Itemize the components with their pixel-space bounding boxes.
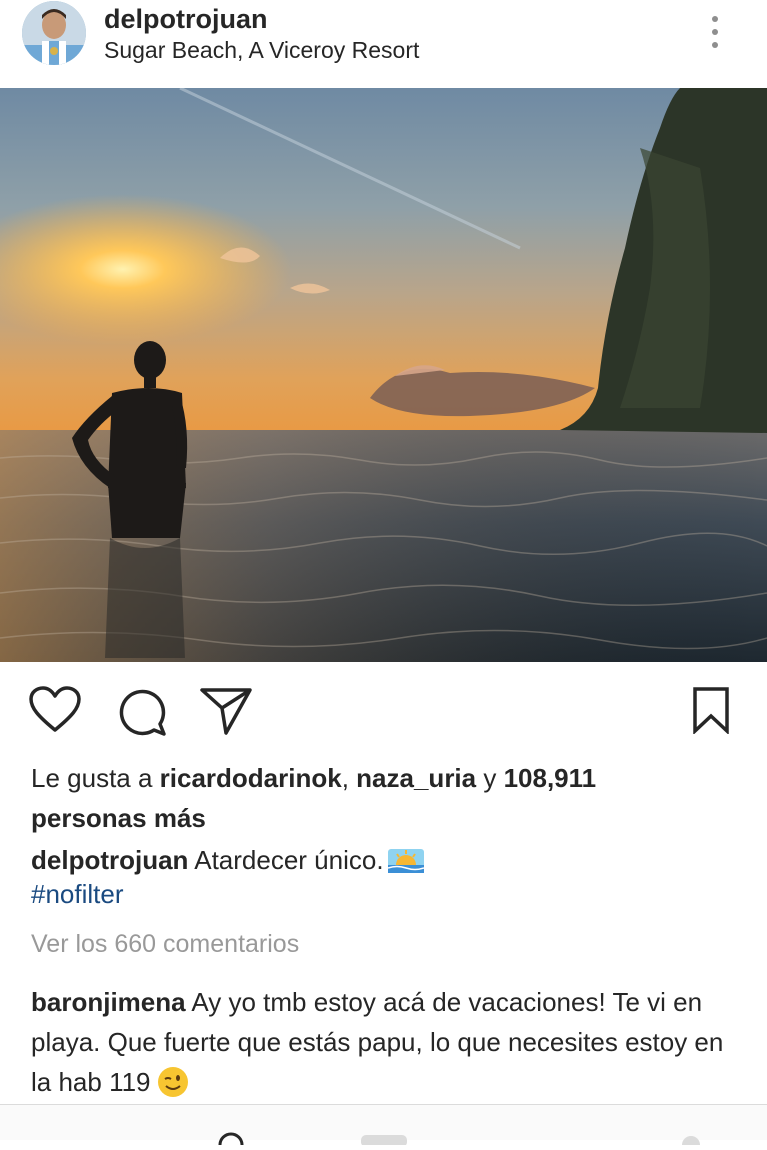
liker-username[interactable]: ricardodarinok <box>160 763 342 793</box>
nav-add-icon[interactable] <box>360 1131 408 1147</box>
post-header: delpotrojuan Sugar Beach, A Viceroy Reso… <box>0 0 767 88</box>
wink-emoji <box>157 1067 188 1097</box>
caption-username[interactable]: delpotrojuan <box>31 845 188 875</box>
avatar[interactable] <box>22 1 86 65</box>
nav-search-icon[interactable] <box>216 1131 246 1146</box>
sunset-photo <box>0 88 767 662</box>
likes-separator: , <box>341 763 357 793</box>
comment-username[interactable]: baronjimena <box>31 987 186 1017</box>
comment-item: baronjimena Ay yo tmb estoy acá de vacac… <box>31 982 741 1102</box>
likes-summary[interactable]: Le gusta a ricardodarinok, naza_uria y 1… <box>31 758 741 838</box>
send-icon[interactable] <box>200 686 252 736</box>
action-bar <box>0 662 767 762</box>
bookmark-icon[interactable] <box>692 686 730 734</box>
post-location[interactable]: Sugar Beach, A Viceroy Resort <box>104 37 419 64</box>
post-username[interactable]: delpotrojuan <box>104 4 268 35</box>
post-photo[interactable] <box>0 88 767 662</box>
avatar-image <box>22 1 86 65</box>
comment-icon[interactable] <box>116 686 168 736</box>
sunrise-emoji <box>387 849 424 873</box>
likes-conjunction: y <box>476 763 504 793</box>
nav-profile-icon[interactable] <box>676 1131 706 1150</box>
liker-username[interactable]: naza_uria <box>356 763 476 793</box>
view-comments-link[interactable]: Ver los 660 comentarios <box>31 930 299 959</box>
more-vertical-icon[interactable] <box>700 10 730 54</box>
caption-hashtag[interactable]: #nofilter <box>31 879 124 910</box>
post-caption: delpotrojuan Atardecer único. <box>31 840 741 880</box>
likes-count[interactable]: 108,911 <box>504 763 597 793</box>
bottom-nav-bar <box>0 1104 767 1150</box>
likes-prefix: Le gusta a <box>31 763 160 793</box>
caption-text: Atardecer único. <box>194 845 384 875</box>
heart-icon[interactable] <box>28 686 82 734</box>
likes-suffix[interactable]: personas más <box>31 803 206 833</box>
